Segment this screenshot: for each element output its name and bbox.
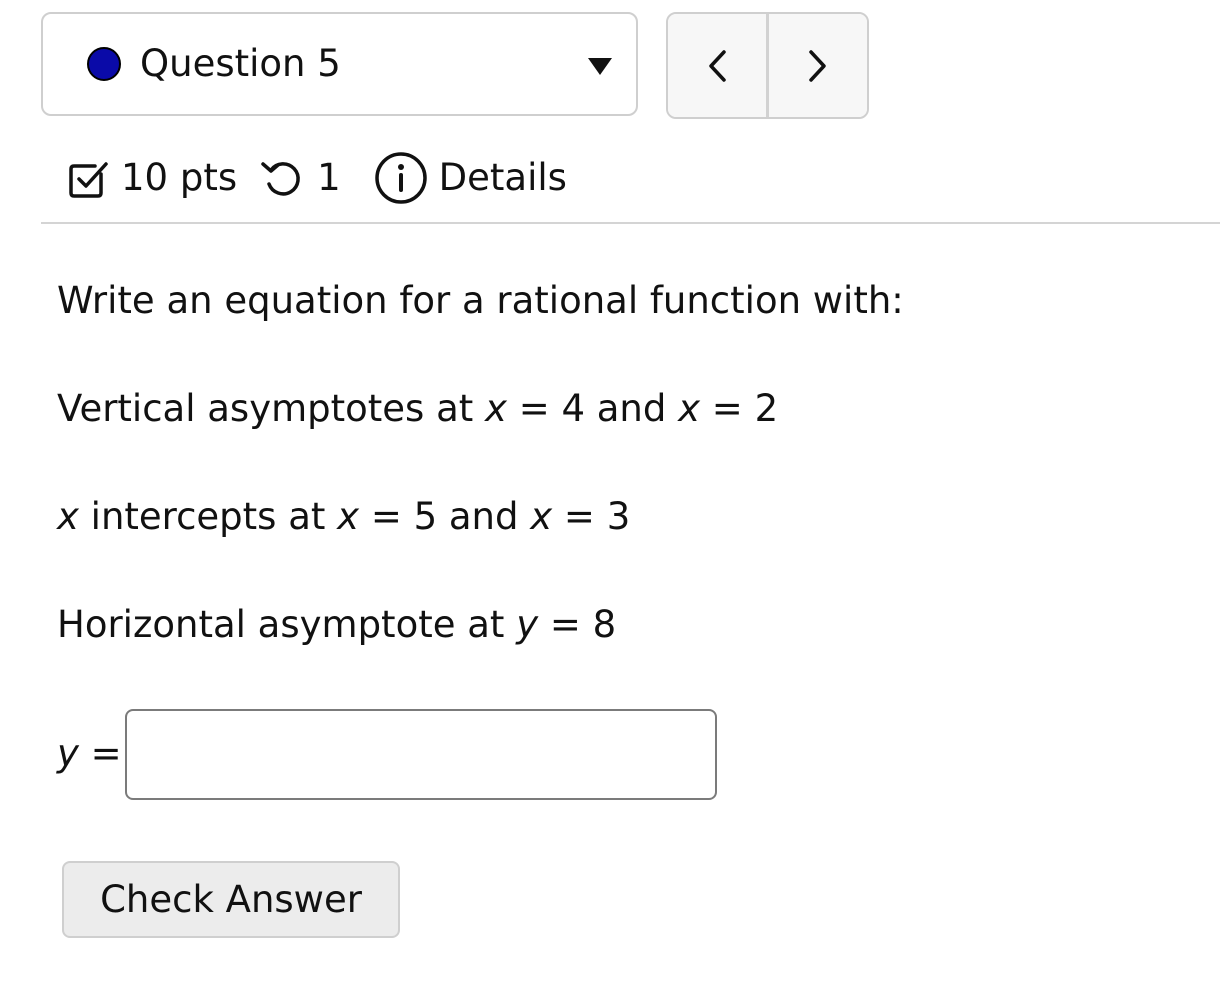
vertical-asymptotes-line: Vertical asymptotes at x = 4 and x = 2	[57, 387, 779, 430]
caret-down-icon	[588, 58, 612, 75]
check-answer-button[interactable]: Check Answer	[62, 861, 400, 938]
horizontal-asymptote-line: Horizontal asymptote at y = 8	[57, 603, 617, 646]
details-link[interactable]: Details	[373, 150, 567, 206]
question-prompt: Write an equation for a rational functio…	[57, 279, 904, 322]
question-status-dot	[87, 47, 121, 81]
info-icon	[374, 152, 427, 204]
x-intercepts-line: x intercepts at x = 5 and x = 3	[57, 495, 631, 538]
retry-icon	[261, 162, 300, 196]
next-question-button[interactable]	[769, 14, 867, 117]
answer-label: y =	[57, 732, 122, 775]
question-meta-row: 10 pts 1 Details	[67, 148, 567, 208]
answer-input[interactable]	[125, 709, 717, 800]
checkbox-icon	[69, 162, 108, 198]
points-label: 10 pts	[121, 156, 238, 199]
question-nav	[666, 12, 869, 119]
details-label: Details	[438, 156, 567, 199]
attempts-label: 1	[317, 156, 341, 199]
chevron-right-icon	[809, 49, 826, 82]
question-selector-label: Question 5	[140, 42, 341, 85]
header-divider	[41, 222, 1220, 224]
previous-question-button[interactable]	[668, 14, 766, 117]
question-selector[interactable]: Question 5	[41, 12, 638, 116]
chevron-left-icon	[709, 49, 726, 82]
